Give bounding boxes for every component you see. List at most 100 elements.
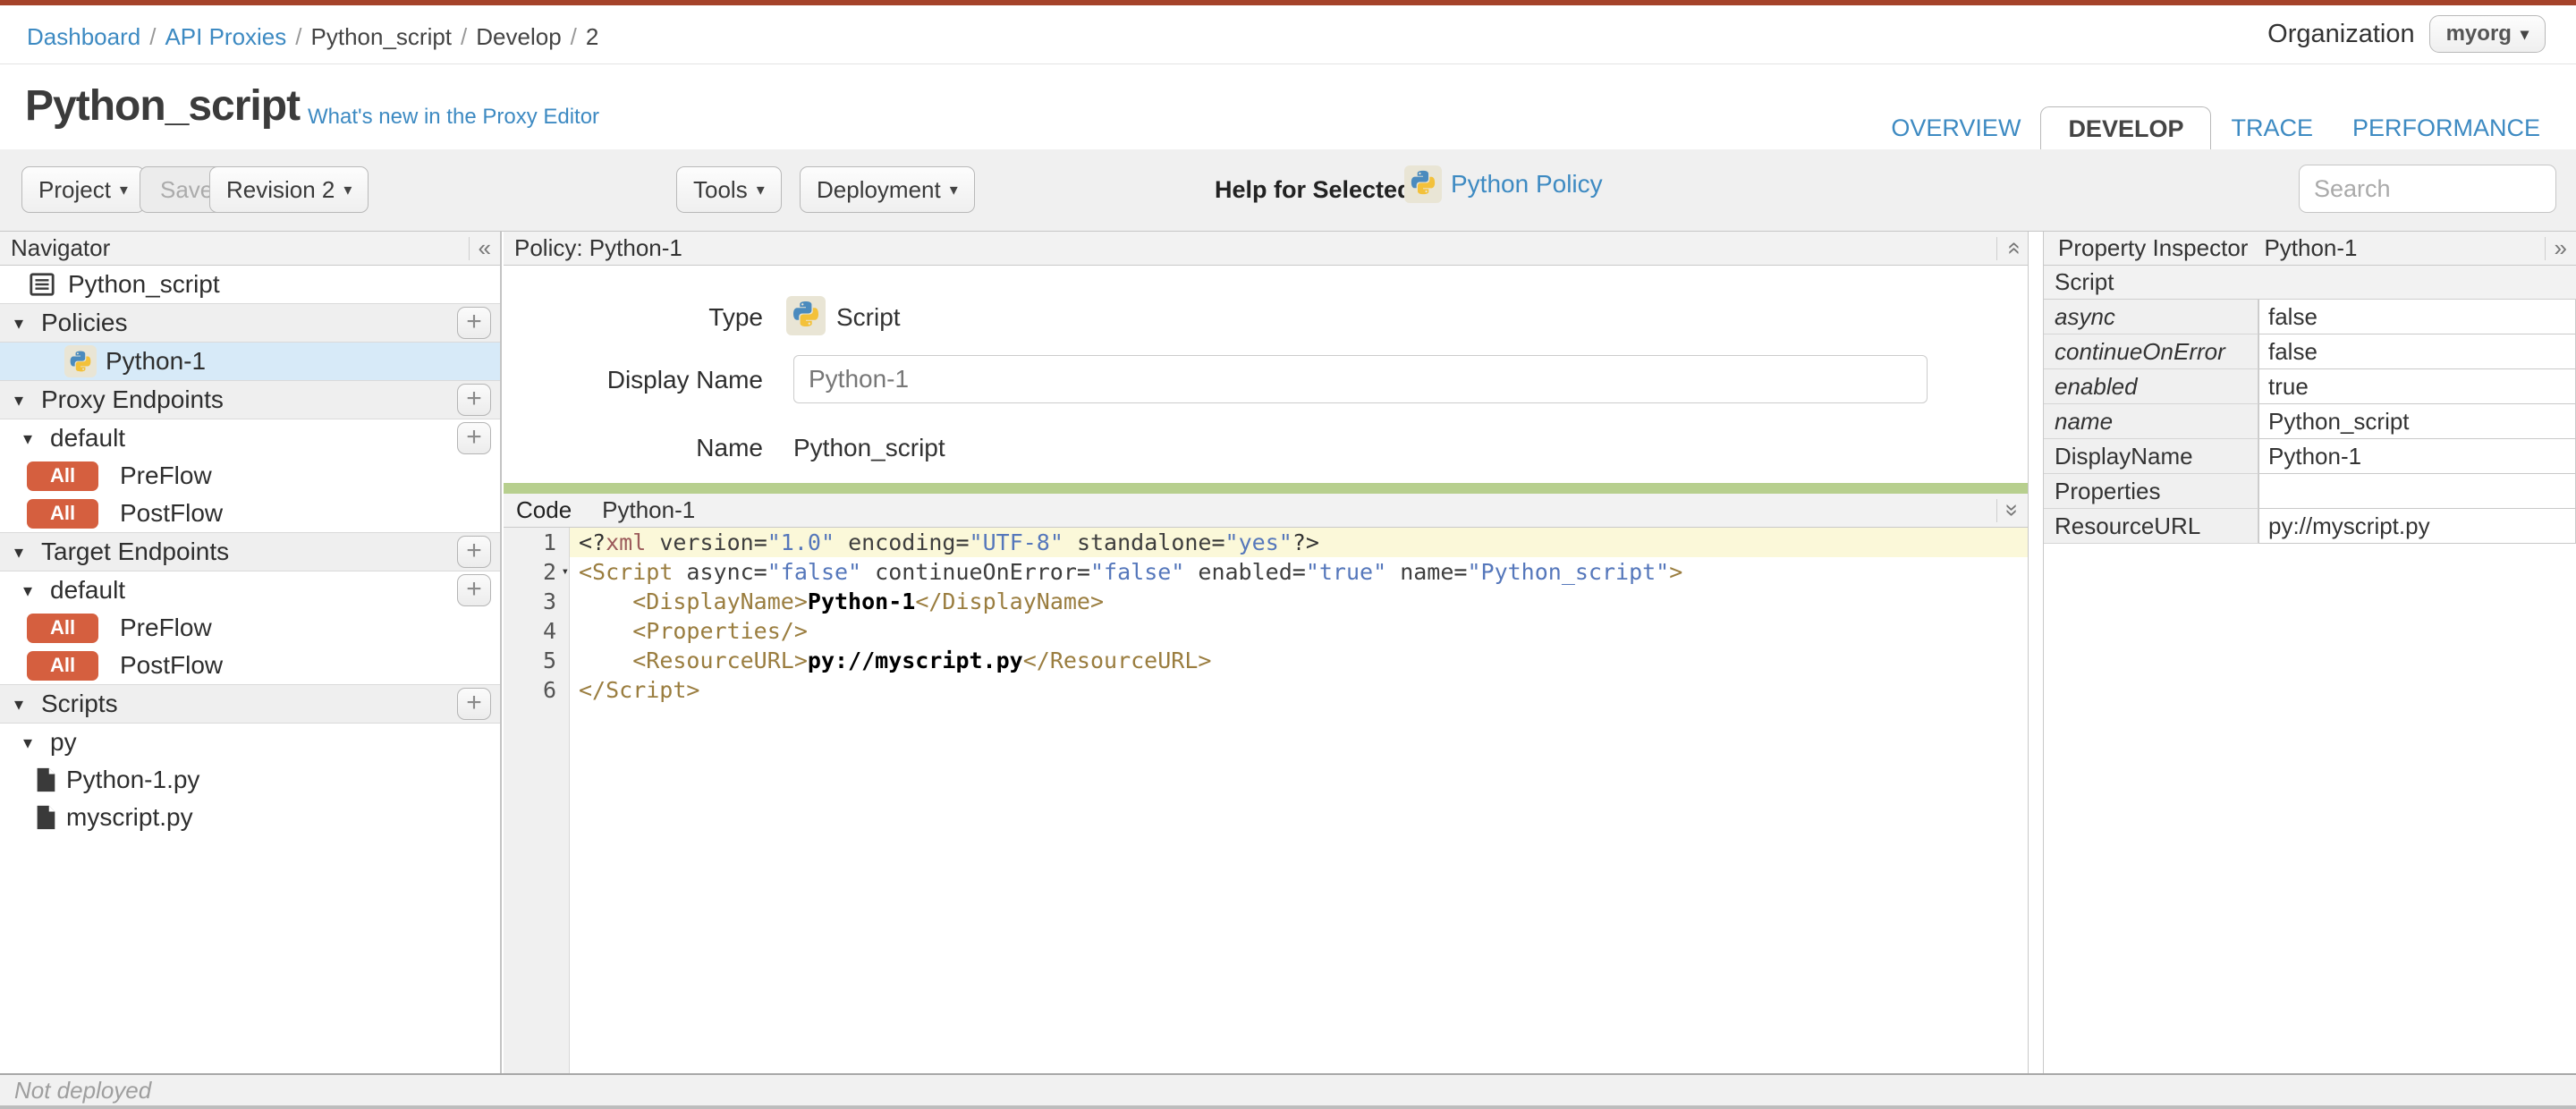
breadcrumb: Dashboard / API Proxies / Python_script / Deve… bbox=[27, 23, 598, 51]
organization-dropdown[interactable]: myorg ▾ bbox=[2428, 15, 2546, 53]
project-button[interactable]: Project ▾ bbox=[21, 166, 145, 213]
nav-label: default bbox=[50, 576, 126, 604]
whats-new-link[interactable]: What's new in the Proxy Editor bbox=[308, 105, 599, 130]
code-line-2[interactable]: 2 ▾ <Script async="false" continueOnError=… bbox=[504, 557, 2028, 587]
nav-item-python-script[interactable]: Python_script bbox=[0, 266, 500, 303]
nav-section-scripts[interactable]: ▾ Scripts + bbox=[0, 684, 500, 724]
expand-arrow-icon[interactable]: ▾ bbox=[23, 580, 32, 602]
collapse-property-inspector-button[interactable]: » bbox=[2544, 234, 2576, 261]
property-value[interactable]: py://myscript.py bbox=[2258, 509, 2576, 544]
tab-develop[interactable]: DEVELOP bbox=[2040, 106, 2212, 149]
proxy-doc-icon bbox=[27, 269, 57, 300]
nav-flow-preflow[interactable]: All PreFlow bbox=[0, 609, 500, 647]
main-content: Navigator « Python_script ▾ Policies + Pytho… bbox=[0, 232, 2576, 1073]
collapse-policy-panel-button[interactable]: » bbox=[1996, 236, 2028, 260]
code-text: <Properties/> bbox=[632, 618, 808, 644]
python-policy-link[interactable]: Python Policy bbox=[1451, 170, 1603, 199]
deployment-status-text: Not deployed bbox=[14, 1076, 152, 1104]
policy-help-link-group[interactable]: Python Policy bbox=[1404, 165, 1603, 203]
nav-flow-postflow[interactable]: All PostFlow bbox=[0, 647, 500, 684]
nav-label: myscript.py bbox=[66, 803, 193, 831]
property-value[interactable] bbox=[2258, 474, 2576, 509]
tab-overview[interactable]: OVERVIEW bbox=[1871, 106, 2040, 149]
chevrons-left-icon: « bbox=[478, 234, 491, 261]
property-value[interactable]: Python-1 bbox=[2258, 439, 2576, 474]
nav-flow-preflow[interactable]: All PreFlow bbox=[0, 457, 500, 495]
horizontal-splitter[interactable] bbox=[504, 483, 2028, 494]
property-key: continueOnError bbox=[2044, 334, 2258, 369]
tab-performance[interactable]: PERFORMANCE bbox=[2333, 106, 2560, 149]
type-label: Type bbox=[708, 303, 763, 331]
code-lines: 1 <?xml version="1.0" encoding="UTF-8" st… bbox=[504, 528, 2028, 705]
property-key: ResourceURL bbox=[2044, 509, 2258, 544]
revision-dropdown[interactable]: Revision 2 ▾ bbox=[209, 166, 369, 213]
page-title: Python_script bbox=[25, 82, 301, 130]
nav-label: Python-1.py bbox=[66, 766, 200, 793]
policy-form: Type Script Display Name Name Python_scr… bbox=[504, 266, 2028, 483]
nav-section-policies[interactable]: ▾ Policies + bbox=[0, 303, 500, 343]
code-panel-header: Code Python-1 » bbox=[504, 494, 2028, 528]
expand-arrow-icon[interactable]: ▾ bbox=[14, 541, 23, 563]
deployment-dropdown[interactable]: Deployment ▾ bbox=[800, 166, 975, 213]
code-line-3[interactable]: 3 <DisplayName>Python-1</DisplayName> bbox=[504, 587, 2028, 616]
name-value: Python_script bbox=[793, 434, 945, 461]
collapse-code-panel-button[interactable]: » bbox=[1996, 498, 2028, 522]
expand-arrow-icon[interactable]: ▾ bbox=[23, 732, 32, 754]
add-button[interactable]: + bbox=[457, 307, 491, 339]
tab-trace[interactable]: TRACE bbox=[2211, 106, 2333, 149]
flow-condition-badge: All bbox=[27, 613, 98, 643]
property-row-async: async false bbox=[2044, 300, 2576, 334]
nav-item-python-1-py[interactable]: Python-1.py bbox=[0, 761, 500, 799]
nav-section-target-endpoints[interactable]: ▾ Target Endpoints + bbox=[0, 532, 500, 571]
code-editor[interactable]: 1 <?xml version="1.0" encoding="UTF-8" st… bbox=[504, 528, 2028, 1073]
code-line-1[interactable]: 1 <?xml version="1.0" encoding="UTF-8" st… bbox=[504, 528, 2028, 557]
breadcrumb-separator: / bbox=[461, 23, 468, 50]
nav-sub-default[interactable]: ▾ default + bbox=[0, 419, 500, 457]
add-button[interactable]: + bbox=[457, 574, 491, 606]
tools-dropdown[interactable]: Tools ▾ bbox=[676, 166, 782, 213]
navigator-header: Navigator « bbox=[0, 232, 500, 266]
policy-panel-title: Policy: Python-1 bbox=[514, 234, 682, 261]
line-number: 3 bbox=[504, 587, 570, 616]
add-button[interactable]: + bbox=[457, 422, 491, 454]
code-line-6[interactable]: 6 </Script> bbox=[504, 675, 2028, 705]
code-panel-subtitle: Python-1 bbox=[602, 496, 696, 523]
expand-arrow-icon[interactable]: ▾ bbox=[14, 389, 23, 411]
code-text: <?xml version="1.0" encoding="UTF-8" sta… bbox=[570, 528, 2028, 557]
nav-sub-default[interactable]: ▾ default + bbox=[0, 571, 500, 609]
expand-arrow-icon[interactable]: ▾ bbox=[23, 428, 32, 450]
expand-arrow-icon[interactable]: ▾ bbox=[14, 312, 23, 334]
add-button[interactable]: + bbox=[457, 688, 491, 720]
breadcrumb-item-dashboard[interactable]: Dashboard bbox=[27, 23, 140, 50]
property-inspector-subtitle: Python-1 bbox=[2264, 234, 2358, 261]
add-button[interactable]: + bbox=[457, 536, 491, 568]
property-value[interactable]: false bbox=[2258, 334, 2576, 369]
property-row-resourceurl: ResourceURL py://myscript.py bbox=[2044, 509, 2576, 544]
property-value[interactable]: false bbox=[2258, 300, 2576, 334]
breadcrumb-item-api-proxies[interactable]: API Proxies bbox=[165, 23, 286, 50]
nav-label: Target Endpoints bbox=[41, 538, 230, 565]
expand-arrow-icon[interactable]: ▾ bbox=[14, 693, 23, 715]
fold-arrow-icon[interactable]: ▾ bbox=[562, 557, 569, 587]
organization-value: myorg bbox=[2445, 21, 2512, 46]
nav-flow-postflow[interactable]: All PostFlow bbox=[0, 495, 500, 532]
nav-sub-py[interactable]: ▾ py bbox=[0, 724, 500, 761]
code-line-5[interactable]: 5 <ResourceURL>py://myscript.py</Resourc… bbox=[504, 646, 2028, 675]
code-text: <Script async="false" continueOnError="f… bbox=[579, 559, 1683, 585]
chevron-down-icon: ▾ bbox=[949, 180, 958, 199]
nav-section-proxy-endpoints[interactable]: ▾ Proxy Endpoints + bbox=[0, 380, 500, 419]
collapse-navigator-button[interactable]: « bbox=[468, 234, 500, 261]
nav-item-python-1[interactable]: Python-1 bbox=[0, 343, 500, 380]
property-key: Properties bbox=[2044, 474, 2258, 509]
code-line-4[interactable]: 4 <Properties/> bbox=[504, 616, 2028, 646]
property-value[interactable]: Python_script bbox=[2258, 404, 2576, 439]
display-name-input[interactable] bbox=[793, 355, 1928, 403]
code-text: </Script> bbox=[579, 677, 700, 703]
policy-panel-header: Policy: Python-1 » bbox=[504, 232, 2028, 266]
search-input[interactable] bbox=[2299, 165, 2556, 213]
add-button[interactable]: + bbox=[457, 384, 491, 416]
nav-item-myscript-py[interactable]: myscript.py bbox=[0, 799, 500, 836]
property-value[interactable]: true bbox=[2258, 369, 2576, 404]
property-inspector-title: Property Inspector bbox=[2058, 234, 2249, 261]
type-value: Script bbox=[836, 303, 901, 331]
